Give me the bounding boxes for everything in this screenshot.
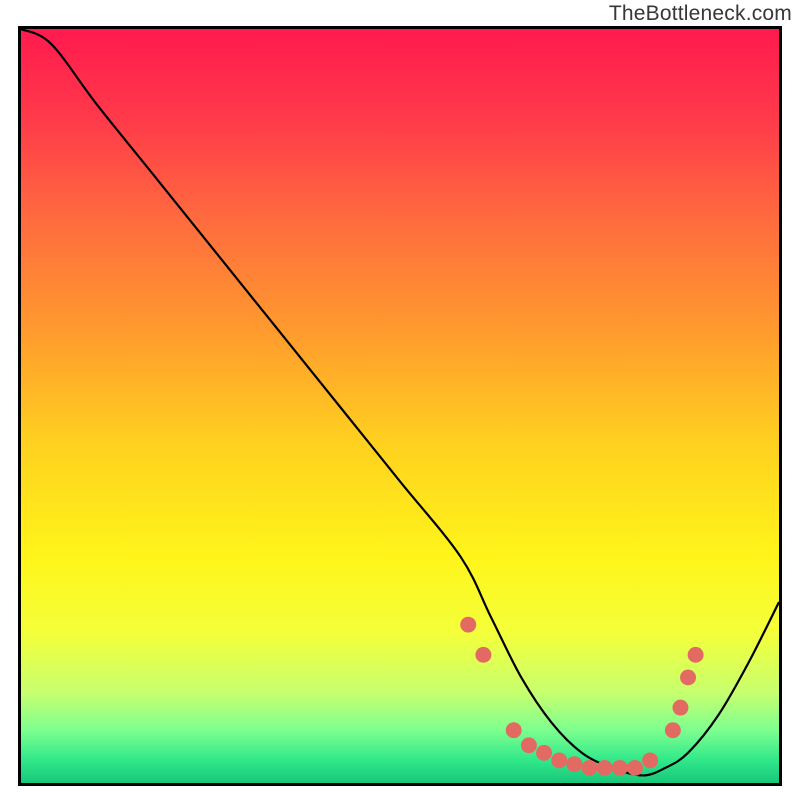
optimum-dot: [688, 647, 704, 663]
optimum-dot: [582, 760, 598, 776]
optimum-dot: [665, 722, 681, 738]
watermark-text: TheBottleneck.com: [609, 2, 792, 26]
plot-svg: [21, 29, 779, 783]
optimum-dot: [460, 617, 476, 633]
optimum-dot: [475, 647, 491, 663]
gradient-background: [21, 29, 779, 783]
optimum-dot: [612, 760, 628, 776]
optimum-dot: [597, 760, 613, 776]
optimum-dot: [566, 756, 582, 772]
optimum-dot: [506, 722, 522, 738]
optimum-dot: [672, 700, 688, 716]
optimum-dot: [642, 752, 658, 768]
optimum-dot: [536, 745, 552, 761]
optimum-dot: [680, 670, 696, 686]
optimum-dot: [521, 737, 537, 753]
chart-container: TheBottleneck.com: [0, 0, 800, 800]
optimum-dot: [551, 752, 567, 768]
optimum-dot: [627, 760, 643, 776]
plot-area: [18, 26, 782, 786]
